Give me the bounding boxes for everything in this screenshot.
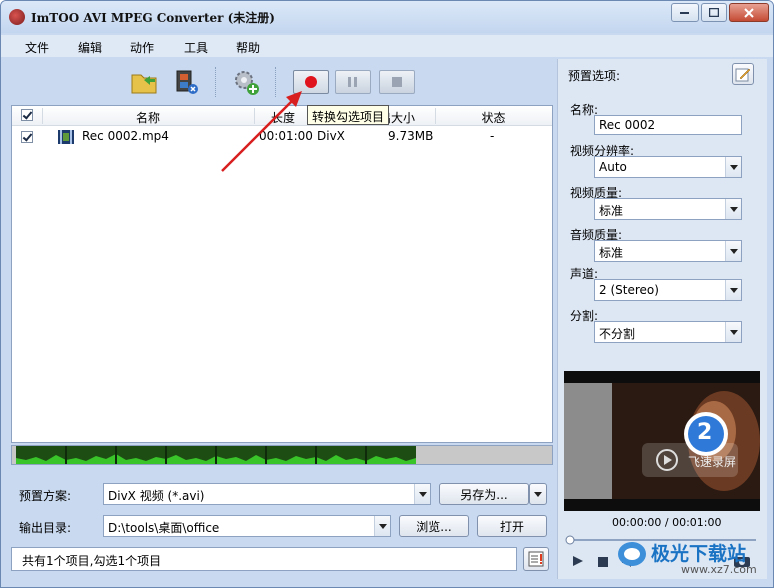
menu-edit[interactable]: 编辑 [78, 39, 102, 56]
file-status: - [490, 129, 495, 143]
status-text: 共有1个项目,勾选1个项目 [22, 554, 162, 568]
file-size: 9.73MB [388, 129, 434, 143]
menu-file[interactable]: 文件 [25, 39, 49, 56]
menu-action[interactable]: 动作 [130, 39, 154, 56]
remove-file-button[interactable] [171, 67, 201, 97]
menu-bar: 文件 编辑 动作 工具 帮助 [1, 35, 773, 57]
watermark-site-name: 极光下载站 [651, 543, 747, 565]
add-file-button[interactable] [129, 67, 159, 97]
preview-badge: 2 [697, 420, 713, 445]
chevron-down-icon[interactable] [374, 516, 390, 536]
select-all-checkbox[interactable] [21, 109, 33, 121]
preview-watermark: 飞速录屏 [688, 455, 737, 469]
left-pane: 名称 长度 输出大小 状态 Rec 0002.mp4 00:01:00 DivX… [11, 59, 553, 579]
stop-icon [392, 77, 402, 87]
output-dir-field[interactable]: D:\tools\桌面\office [103, 515, 391, 537]
chevron-down-icon [534, 491, 542, 497]
window-title: ImTOO AVI MPEG Converter (未注册) [31, 11, 275, 25]
split-dropdown[interactable]: 不分割 [594, 321, 742, 343]
menu-help[interactable]: 帮助 [236, 39, 260, 56]
close-icon [744, 7, 754, 18]
maximize-button[interactable] [701, 3, 727, 22]
status-bar: 共有1个项目,勾选1个项目 [11, 547, 517, 571]
close-button[interactable] [729, 3, 769, 22]
annotation-arrow-icon [221, 91, 302, 172]
watermark-url: www.xz7.com [681, 563, 757, 576]
chevron-down-icon[interactable] [725, 157, 741, 177]
file-format: DivX [317, 129, 345, 143]
chevron-down-icon[interactable] [725, 280, 741, 300]
video-file-icon [58, 130, 74, 144]
title-bar: ImTOO AVI MPEG Converter (未注册) [1, 1, 773, 33]
open-button[interactable]: 打开 [477, 515, 547, 537]
pause-button[interactable] [335, 70, 371, 94]
stop-button[interactable] [379, 70, 415, 94]
app-logo-icon [9, 9, 25, 25]
film-remove-icon [176, 70, 198, 94]
preset-label: 预置方案: [19, 489, 72, 503]
chevron-down-icon[interactable] [725, 241, 741, 261]
stop-icon[interactable] [598, 557, 608, 567]
watermark-logo-icon [618, 542, 646, 566]
save-as-button[interactable]: 另存为... [439, 483, 529, 505]
chevron-down-icon[interactable] [414, 484, 430, 504]
chevron-down-icon[interactable] [725, 322, 741, 342]
preview-frame [564, 371, 760, 511]
video-quality-dropdown[interactable]: 标准 [594, 198, 742, 220]
video-preview: 2 飞速录屏 [564, 371, 760, 511]
browse-button[interactable]: 浏览... [399, 515, 469, 537]
menu-tools[interactable]: 工具 [184, 39, 208, 56]
header-status[interactable]: 状态 [436, 109, 551, 126]
file-name: Rec 0002.mp4 [82, 129, 169, 143]
name-input[interactable]: Rec 0002 [594, 115, 742, 135]
minimize-icon [680, 11, 689, 14]
audio-quality-dropdown[interactable]: 标准 [594, 240, 742, 262]
add-folder-icon [131, 74, 157, 94]
pause-icon [348, 77, 357, 87]
log-list-icon [528, 551, 544, 567]
edit-preset-button[interactable] [732, 63, 754, 85]
preset-panel-title: 预置选项: [568, 69, 621, 83]
audio-waveform [11, 445, 553, 465]
site-watermark: 极光下载站 www.xz7.com [617, 537, 767, 581]
play-icon[interactable] [572, 555, 584, 567]
chevron-down-icon[interactable] [725, 199, 741, 219]
preset-dropdown[interactable]: DivX 视频 (*.avi) [103, 483, 431, 505]
save-as-dropdown-button[interactable] [529, 483, 547, 505]
row-checkbox[interactable] [21, 131, 33, 143]
minimize-button[interactable] [671, 3, 699, 22]
preset-panel: 预置选项: 名称: Rec 0002 视频分辨率: Auto 视频质量: 标准 … [557, 59, 767, 579]
log-button[interactable] [523, 547, 549, 571]
convert-tooltip: 转换勾选项目 [307, 105, 390, 125]
output-dir-label: 输出目录: [19, 521, 72, 535]
waveform-graph [16, 446, 416, 464]
channel-dropdown[interactable]: 2 (Stereo) [594, 279, 742, 301]
maximize-icon [709, 8, 719, 17]
edit-pencil-icon [735, 68, 751, 82]
playback-time: 00:00:00 / 00:01:00 [612, 516, 722, 529]
app-window: ImTOO AVI MPEG Converter (未注册) 文件 编辑 动作 … [0, 0, 774, 588]
resolution-dropdown[interactable]: Auto [594, 156, 742, 178]
